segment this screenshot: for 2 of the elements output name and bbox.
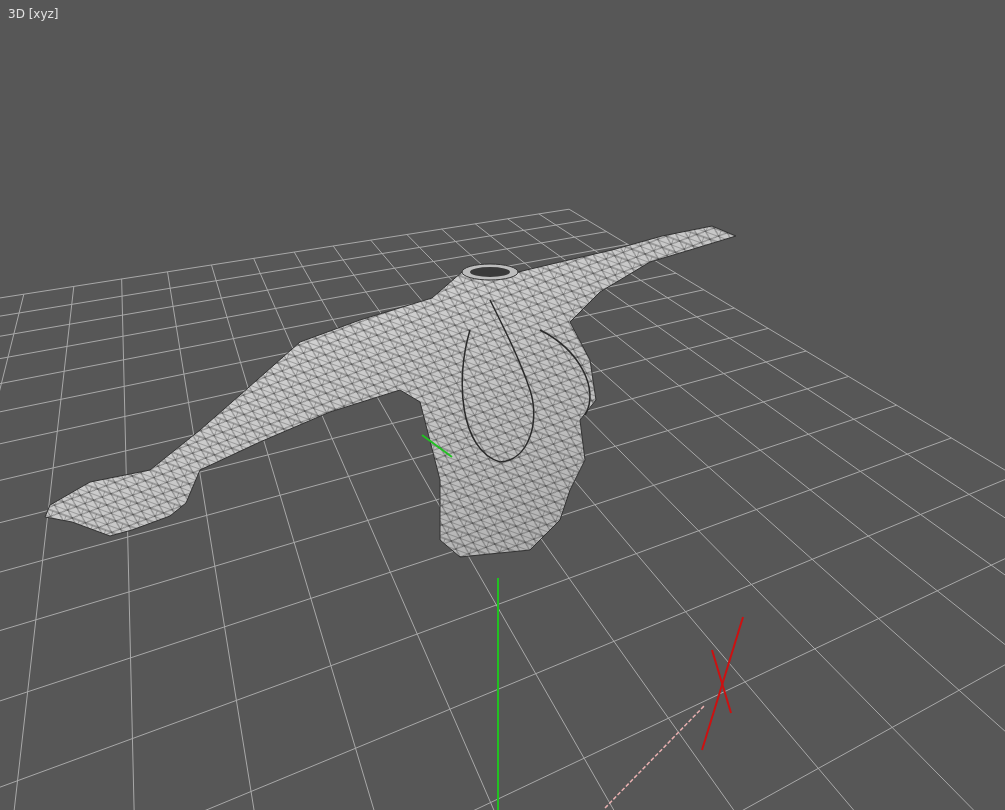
z-axis-line [421, 434, 453, 458]
viewport-title: 3D [xyz] [8, 6, 59, 23]
